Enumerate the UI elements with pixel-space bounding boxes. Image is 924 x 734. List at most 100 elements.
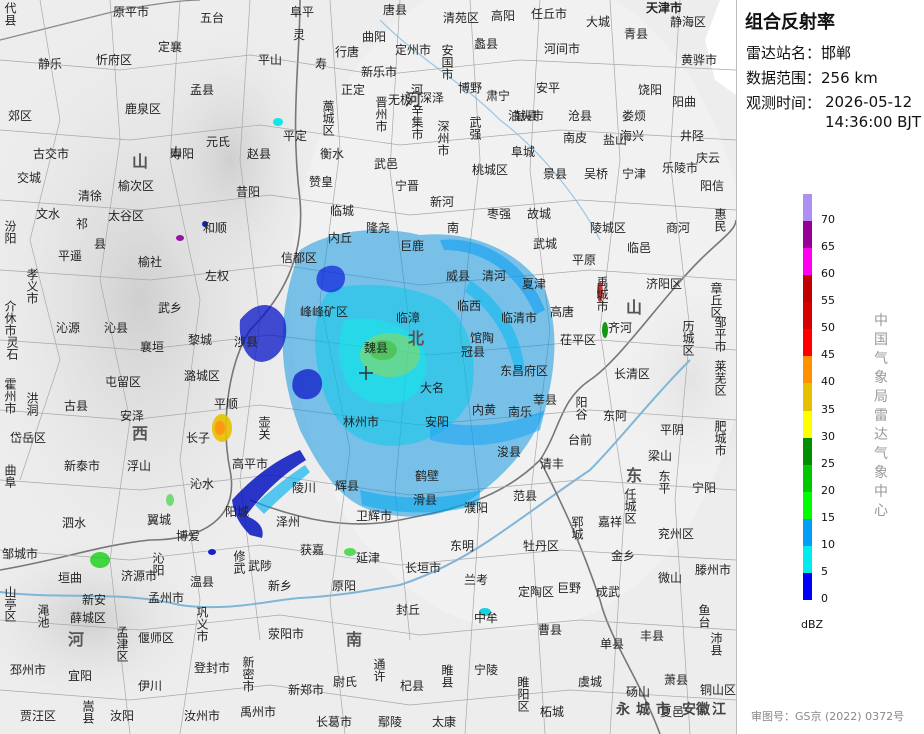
city-label: 禹州市: [240, 705, 277, 719]
city-label: 滕州市: [695, 563, 732, 577]
city-label: 曲阜: [3, 464, 17, 488]
city-label: 屯留区: [105, 375, 142, 389]
city-label: 饶阳: [638, 83, 663, 97]
city-label: 汝阳: [110, 709, 135, 723]
city-label: 黎城: [188, 333, 213, 347]
legend-color-block: [803, 491, 812, 520]
city-label: 莘县: [533, 393, 558, 407]
radar-map[interactable]: 山 西 河 北 南 河 东 山 代县 原平市 五台 阜平 唐县 清苑区 高阳 任…: [0, 0, 736, 734]
city-label: 阳城: [225, 505, 250, 519]
info-panel: 组合反射率 雷达站名：邯郸 数据范围：256 km 观测时间： 2026-05-…: [736, 0, 924, 734]
city-label: 长葛市: [316, 715, 353, 729]
city-label: 武乡: [158, 301, 183, 315]
legend-tick-label: 40: [821, 375, 835, 389]
city-label: 沁阳: [151, 552, 165, 576]
city-label: 左权: [205, 269, 230, 283]
city-label: 介休市: [3, 300, 17, 336]
city-label: 嘉祥: [598, 515, 623, 529]
city-label: 涉县: [234, 335, 259, 349]
city-label: 沁源: [56, 321, 81, 335]
legend-tick-label: 35: [821, 402, 835, 416]
range-label: 数据范围：: [746, 69, 822, 87]
city-label: 辛集市: [410, 104, 424, 140]
city-label: 偃师区: [138, 631, 175, 645]
province-label: 西: [132, 424, 149, 443]
city-label: 蠡县: [474, 37, 499, 51]
city-label: 博爱: [176, 529, 201, 543]
province-label: 安徽: [682, 702, 710, 718]
legend-color-block: [803, 221, 812, 249]
city-label: 邹平市: [713, 316, 727, 352]
city-label: 阜平: [290, 5, 315, 19]
city-label: 桃城区: [472, 163, 509, 177]
city-label: 孟津区: [115, 626, 129, 662]
city-label: 曹县: [538, 623, 563, 637]
city-label: 泽州: [276, 515, 301, 529]
city-label: 中牟: [474, 611, 499, 625]
city-label: 任城区: [623, 488, 637, 524]
city-label: 温县: [190, 575, 215, 589]
legend-tick-label: 0: [821, 592, 828, 605]
city-label: 临城: [330, 204, 355, 218]
station-label: 雷达站名：: [746, 44, 822, 62]
city-label: 文水: [36, 207, 61, 221]
legend-tick-label: 15: [821, 510, 835, 524]
city-label: 鱼台: [697, 604, 711, 628]
province-label: 永城市: [616, 702, 676, 718]
city-label: 辉县: [335, 479, 360, 493]
legend-color-block: [803, 302, 812, 330]
city-label: 东昌府区: [500, 364, 549, 378]
city-label: 铜山区: [700, 683, 736, 697]
city-label: 安国市: [440, 44, 454, 80]
city-label: 杞县: [400, 679, 425, 693]
city-label: 邳州市: [10, 663, 47, 677]
city-label: 鄢陵: [378, 715, 403, 729]
city-label: 新乐市: [361, 65, 398, 79]
agency-name: 中国气象局雷达气象中心: [874, 313, 888, 519]
city-label: 长清区: [614, 367, 651, 381]
time-row: 观测时间：: [746, 92, 821, 113]
city-label: 魏县: [364, 341, 389, 355]
legend-tick-label: 50: [821, 321, 835, 335]
city-label: 寿阳: [170, 147, 195, 161]
legend-color-block: [803, 545, 812, 574]
city-label: 浚县: [497, 445, 522, 459]
city-label: 峰峰矿区: [300, 305, 349, 319]
legend-color-block: [803, 437, 812, 466]
city-label: 林州市: [343, 415, 380, 429]
city-label: 深州市: [436, 120, 450, 156]
legend-color-block: [803, 194, 812, 222]
city-label: 榆次区: [118, 179, 155, 193]
city-label: 濮阳: [464, 501, 489, 515]
city-label: 故城: [527, 207, 552, 221]
city-label: 任丘市: [531, 7, 568, 21]
city-label: 行唐: [335, 45, 360, 59]
city-label: 嵩县: [81, 700, 95, 724]
city-label: 太谷区: [108, 209, 145, 223]
city-label: 武陟: [248, 559, 273, 573]
city-label: 阜城: [511, 145, 536, 159]
city-label: 藁城区: [321, 100, 335, 136]
city-label: 元氏: [206, 135, 231, 149]
legend-tick-label: 55: [821, 294, 835, 308]
city-label: 范县: [513, 489, 538, 503]
province-label: 河: [68, 630, 85, 649]
city-label: 宁津: [622, 167, 647, 181]
city-label: 宁晋: [395, 179, 420, 193]
city-label: 新安: [82, 593, 107, 607]
city-label: 霍州市: [3, 378, 17, 414]
map-approval-number: 审图号：GS京 (2022) 0372号: [751, 710, 905, 723]
city-label: 灵: [293, 28, 306, 42]
city-label: 汝州市: [184, 709, 221, 723]
city-label: 宜阳: [68, 669, 93, 683]
city-label: 临邑: [627, 241, 652, 255]
city-label: 娄烦: [622, 109, 647, 123]
product-title: 组合反射率: [745, 12, 835, 33]
city-label: 襄垣: [140, 340, 165, 354]
city-label: 巨鹿: [400, 239, 425, 253]
city-label: 祁: [76, 217, 89, 231]
legend-tick-label: 60: [821, 267, 835, 281]
city-label: 阳信: [700, 179, 725, 193]
city-label: 肥城市: [713, 420, 727, 456]
city-label: 清徐: [78, 189, 103, 203]
